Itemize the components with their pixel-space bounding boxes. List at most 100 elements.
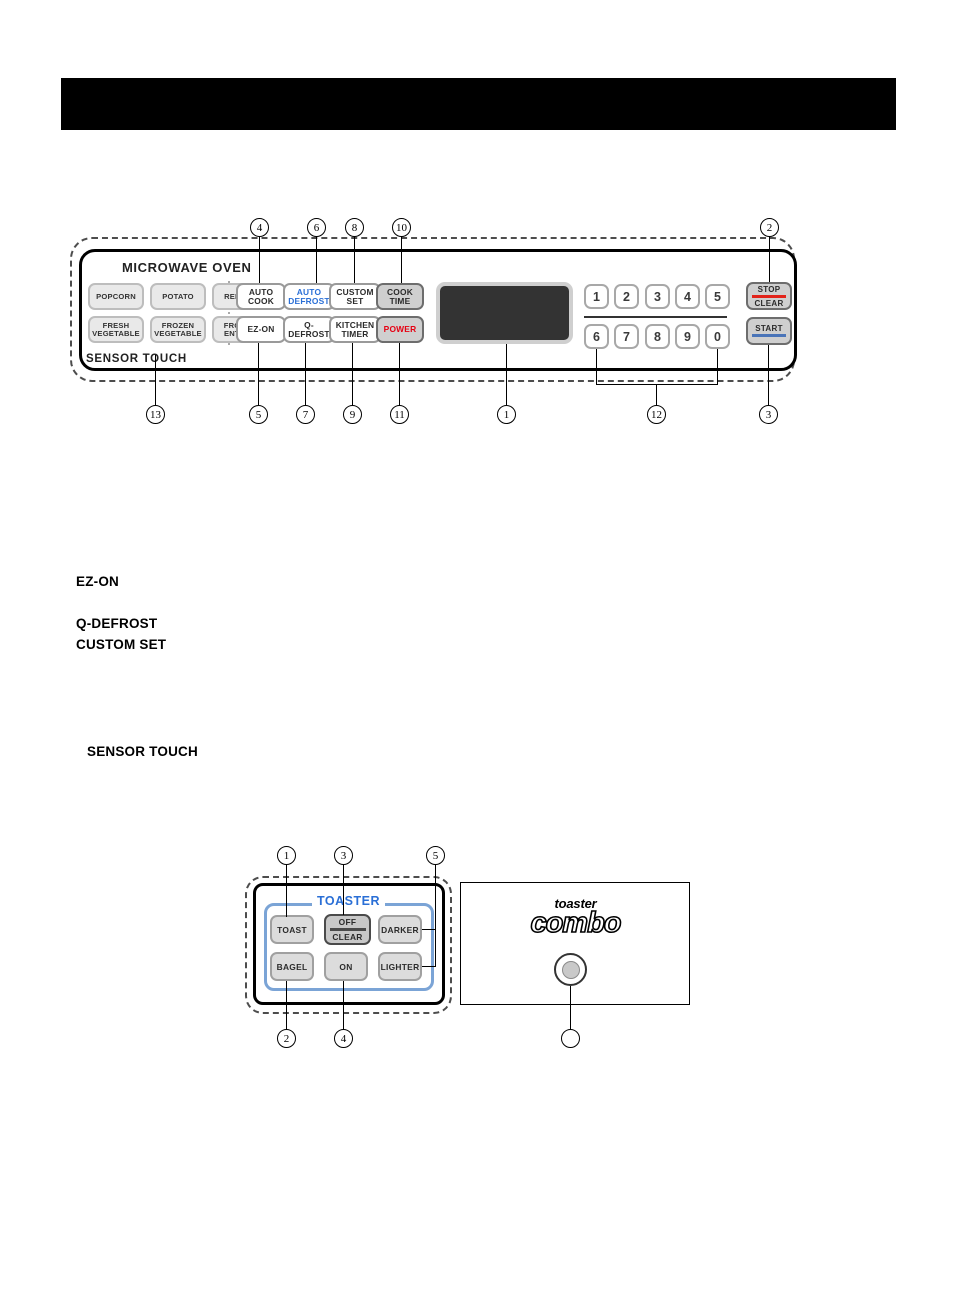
callout-8-label: 8: [351, 221, 358, 234]
toaster-combo-logo-main: combo: [530, 907, 623, 939]
callout-8-leader: [354, 237, 355, 283]
text-ez-on: EZ-ON: [76, 574, 119, 589]
toaster-callout-1: 1: [277, 846, 296, 865]
toaster-button-off-label: OFF: [338, 917, 357, 927]
toaster-knob-callout: [561, 1029, 580, 1048]
callout-10-leader: [401, 237, 402, 283]
keypad-key-7[interactable]: 7: [614, 324, 639, 349]
microwave-panel-figure: MICROWAVE OVEN SENSOR TOUCH POPCORN POTA…: [0, 200, 954, 450]
callout-6-label: 6: [313, 221, 320, 234]
toaster-callout-5-leader: [435, 865, 436, 966]
callout-3: 3: [759, 405, 778, 424]
keypad-key-6[interactable]: 6: [584, 324, 609, 349]
button-custom-set-line2: SET: [346, 295, 364, 306]
keypad-key-3[interactable]: 3: [645, 284, 670, 309]
callout-13: 13: [146, 405, 165, 424]
keypad-key-8[interactable]: 8: [645, 324, 670, 349]
toaster-button-darker-label: DARKER: [381, 924, 419, 935]
callout-10: 10: [392, 218, 411, 237]
callout-7-label: 7: [302, 408, 309, 421]
toaster-callout-2-leader: [286, 981, 287, 1029]
button-ez-on-label: EZ-ON: [247, 324, 275, 335]
toaster-callout-1-leader: [286, 865, 287, 917]
toaster-callout-4-label: 4: [340, 1032, 347, 1045]
keypad-key-2[interactable]: 2: [614, 284, 639, 309]
callout-4-leader: [259, 237, 260, 283]
button-fresh-vegetable-line2: VEGETABLE: [92, 328, 140, 338]
toaster-callout-3-leader: [343, 865, 344, 915]
keypad-key-5[interactable]: 5: [705, 284, 730, 309]
button-auto-defrost-line2: DEFROST: [288, 295, 330, 306]
button-power-label: POWER: [383, 324, 417, 335]
keypad-key-1[interactable]: 1: [584, 284, 609, 309]
toaster-button-toast[interactable]: TOAST: [270, 915, 314, 944]
toaster-group-label: TOASTER: [312, 894, 385, 908]
callout-2-leader: [769, 237, 770, 282]
toaster-knob-callout-leader: [570, 986, 571, 1029]
button-start[interactable]: START: [746, 317, 792, 345]
sensor-touch-panel-label: SENSOR TOUCH: [86, 353, 187, 365]
callout-11-label: 11: [394, 408, 405, 421]
button-auto-defrost[interactable]: AUTO DEFROST: [283, 283, 335, 310]
button-popcorn[interactable]: POPCORN: [88, 283, 144, 310]
button-kitchen-timer[interactable]: KITCHEN TIMER: [329, 316, 381, 343]
start-rule: [752, 334, 786, 337]
callout-13-label: 13: [150, 408, 161, 421]
keypad-key-1-label: 1: [593, 289, 600, 304]
toaster-callout-5-branch-darker: [422, 929, 436, 930]
toaster-knob-inner: [561, 960, 580, 979]
button-power[interactable]: POWER: [376, 316, 424, 343]
callout-12: 12: [647, 405, 666, 424]
toaster-button-bagel[interactable]: BAGEL: [270, 952, 314, 981]
keypad-key-2-label: 2: [623, 289, 630, 304]
toaster-button-darker[interactable]: DARKER: [378, 915, 422, 944]
toaster-button-toast-label: TOAST: [277, 924, 307, 935]
button-custom-set[interactable]: CUSTOM SET: [329, 283, 381, 310]
callout-7: 7: [296, 405, 315, 424]
toaster-callout-4-leader: [343, 981, 344, 1029]
header-black-bar: [61, 78, 896, 130]
button-stop-clear[interactable]: STOP CLEAR: [746, 282, 792, 310]
callout-2-label: 2: [766, 221, 773, 234]
button-ez-on[interactable]: EZ-ON: [236, 316, 286, 343]
toaster-callout-5-label: 5: [432, 849, 439, 862]
toaster-panel-figure: TOASTER TOAST BAGEL OFF CLEAR ON DARKER …: [0, 835, 954, 1085]
toaster-button-off-clear[interactable]: OFF CLEAR: [324, 914, 371, 945]
callout-7-leader: [305, 343, 306, 405]
toaster-knob[interactable]: [554, 953, 587, 986]
button-cook-time[interactable]: COOK TIME: [376, 283, 424, 310]
toaster-callout-1-label: 1: [283, 849, 290, 862]
text-q-defrost: Q-DEFROST: [76, 616, 158, 631]
callout-5-label: 5: [255, 408, 262, 421]
keypad-key-9-label: 9: [684, 329, 691, 344]
microwave-oven-title: MICROWAVE OVEN: [122, 260, 252, 275]
toaster-combo-logo: toaster combo: [518, 897, 633, 938]
keypad-key-4[interactable]: 4: [675, 284, 700, 309]
callout-12-bracket: [596, 384, 718, 385]
toaster-button-lighter-label: LIGHTER: [380, 961, 420, 972]
toaster-callout-5: 5: [426, 846, 445, 865]
button-auto-cook[interactable]: AUTO COOK: [236, 283, 286, 310]
callout-3-leader: [768, 345, 769, 405]
button-fresh-vegetable[interactable]: FRESH VEGETABLE: [88, 316, 144, 343]
keypad-key-9[interactable]: 9: [675, 324, 700, 349]
callout-8: 8: [345, 218, 364, 237]
keypad-key-0[interactable]: 0: [705, 324, 730, 349]
toaster-button-on[interactable]: ON: [324, 952, 368, 981]
callout-4: 4: [250, 218, 269, 237]
callout-9-leader: [352, 343, 353, 405]
callout-3-label: 3: [765, 408, 772, 421]
button-frozen-vegetable[interactable]: FROZEN VEGETABLE: [150, 316, 206, 343]
callout-5-leader: [258, 343, 259, 405]
callout-1: 1: [497, 405, 516, 424]
toaster-button-lighter[interactable]: LIGHTER: [378, 952, 422, 981]
callout-6-leader: [316, 237, 317, 283]
callout-12-leader-left: [596, 349, 597, 384]
button-potato[interactable]: POTATO: [150, 283, 206, 310]
button-q-defrost[interactable]: Q- DEFROST: [283, 316, 335, 343]
microwave-display-window: [436, 282, 573, 344]
text-custom-set: CUSTOM SET: [76, 637, 167, 652]
button-popcorn-label: POPCORN: [96, 291, 136, 301]
keypad-key-7-label: 7: [623, 329, 630, 344]
keypad-divider-line: [584, 316, 727, 318]
